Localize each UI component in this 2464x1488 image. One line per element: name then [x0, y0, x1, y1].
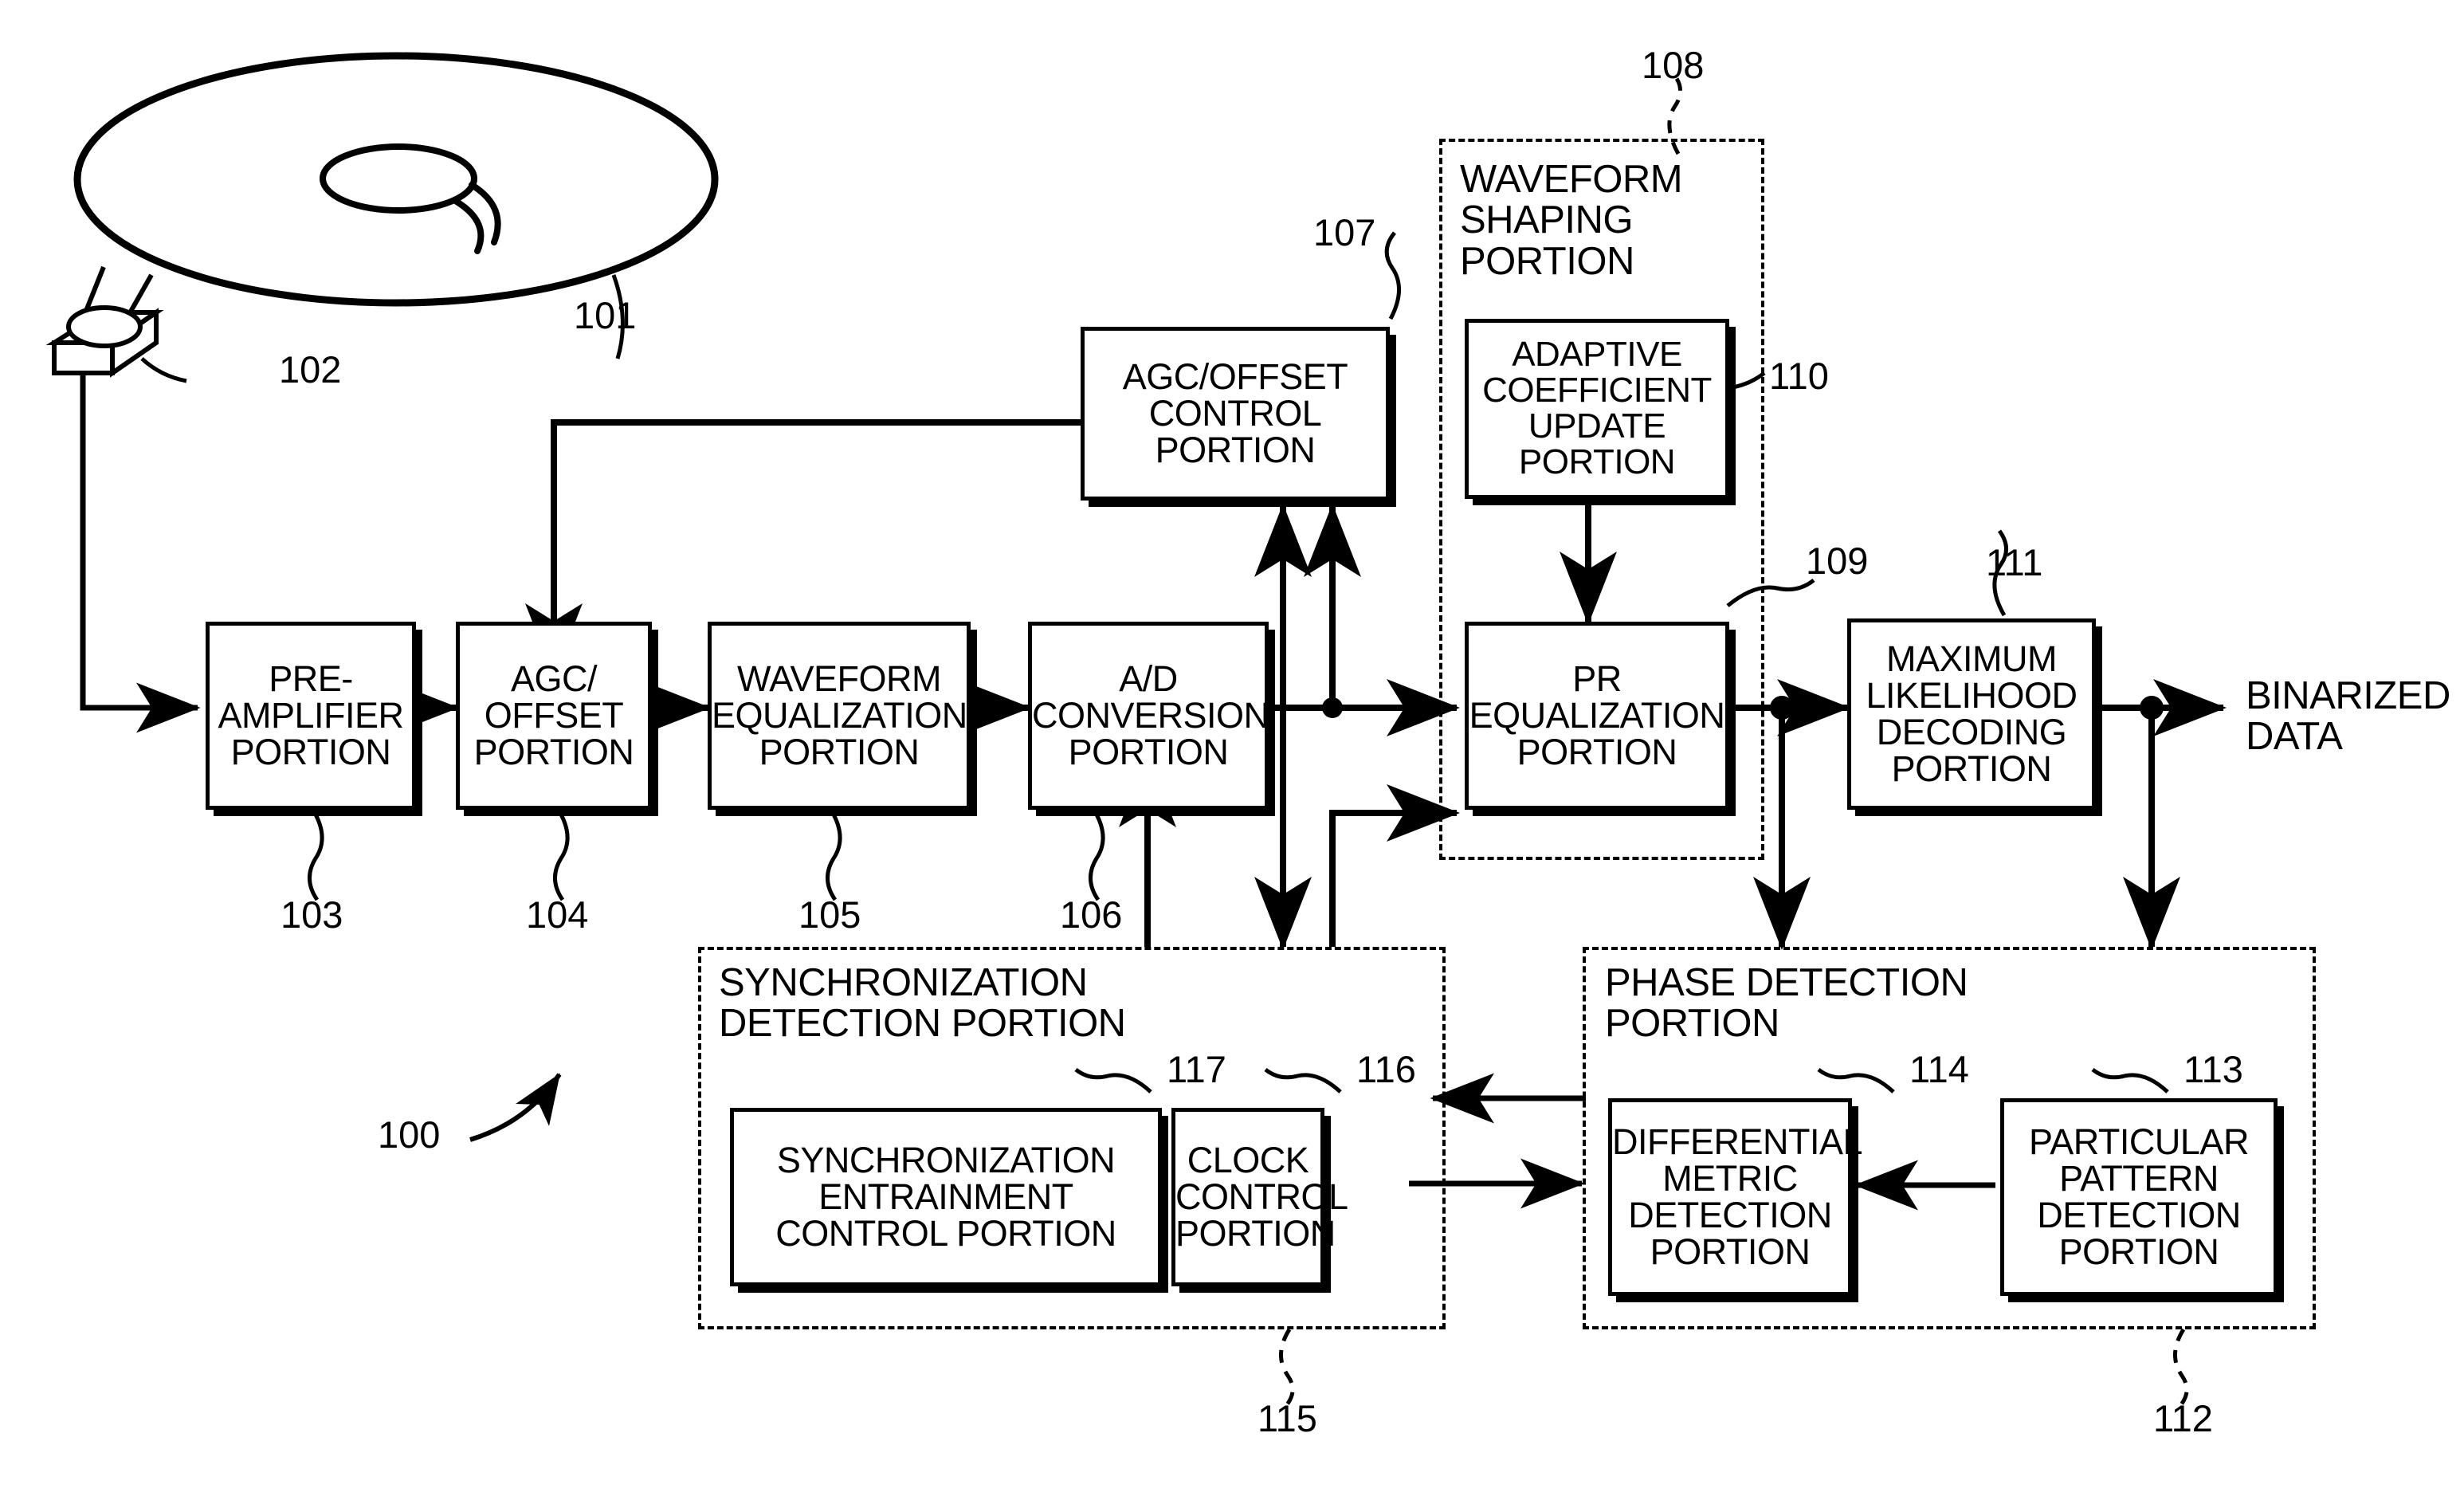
- block-clock-control-portion-label: CLOCK CONTROL PORTION: [1175, 1140, 1348, 1254]
- block-particular-pattern-detection-portion[interactable]: PARTICULAR PATTERN DETECTION PORTION: [2000, 1098, 2278, 1296]
- block-pr-equalization-portion[interactable]: PR EQUALIZATION PORTION: [1465, 622, 1729, 810]
- ref-108: 108: [1642, 44, 1705, 86]
- block-pre-amplifier-portion[interactable]: PRE- AMPLIFIER PORTION: [206, 622, 416, 810]
- block-maximum-likelihood-decoding-portion[interactable]: MAXIMUM LIKELIHOOD DECODING PORTION: [1847, 618, 2096, 810]
- ref-115: 115: [1258, 1397, 1317, 1439]
- block-particular-pattern-detection-portion-label: PARTICULAR PATTERN DETECTION PORTION: [2029, 1121, 2249, 1272]
- block-pr-equalization-portion-label: PR EQUALIZATION PORTION: [1469, 658, 1725, 772]
- ref-114: 114: [1909, 1048, 1969, 1090]
- block-waveform-equalization-portion[interactable]: WAVEFORM EQUALIZATION PORTION: [708, 622, 971, 810]
- ref-103: 103: [281, 893, 343, 936]
- ref-107: 107: [1313, 211, 1376, 253]
- ref-101: 101: [574, 294, 637, 336]
- ref-109: 109: [1806, 540, 1869, 582]
- ref-102: 102: [279, 348, 342, 391]
- block-agc-offset-portion-label: AGC/ OFFSET PORTION: [473, 658, 634, 772]
- ref-113: 113: [2183, 1048, 2243, 1090]
- patent-figure: WAVEFORM SHAPING PORTION SYNCHRONIZATION…: [0, 0, 2464, 1488]
- ref-112: 112: [2153, 1397, 2213, 1439]
- group-phase-detection-label: PHASE DETECTION PORTION: [1605, 961, 1968, 1046]
- block-pre-amplifier-portion-label: PRE- AMPLIFIER PORTION: [218, 658, 404, 772]
- block-agc-offset-control-portion-label: AGC/OFFSET CONTROL PORTION: [1122, 356, 1348, 470]
- block-synchronization-entrainment-control-portion-label: SYNCHRONIZATION ENTRAINMENT CONTROL PORT…: [775, 1140, 1116, 1254]
- block-adaptive-coefficient-update-portion[interactable]: ADAPTIVE COEFFICIENT UPDATE PORTION: [1465, 319, 1729, 499]
- block-adaptive-coefficient-update-portion-label: ADAPTIVE COEFFICIENT UPDATE PORTION: [1482, 335, 1712, 481]
- block-differential-metric-detection-portion-label: DIFFERENTIAL METRIC DETECTION PORTION: [1612, 1121, 1863, 1272]
- block-ad-conversion-portion[interactable]: A/D CONVERSION PORTION: [1028, 622, 1269, 810]
- block-agc-offset-portion[interactable]: AGC/ OFFSET PORTION: [456, 622, 652, 810]
- group-sync-detection-label: SYNCHRONIZATION DETECTION PORTION: [719, 961, 1126, 1046]
- block-differential-metric-detection-portion[interactable]: DIFFERENTIAL METRIC DETECTION PORTION: [1608, 1098, 1863, 1296]
- wire-sync-to-preq: [1329, 784, 1460, 947]
- ref-104: 104: [526, 893, 589, 936]
- ref-106: 106: [1060, 893, 1123, 936]
- ref-116: 116: [1356, 1048, 1416, 1090]
- ref-110: 110: [1769, 355, 1829, 397]
- ref-100: 100: [378, 1113, 441, 1156]
- wire-pickup-to-preamp: [80, 375, 201, 733]
- block-ad-conversion-portion-label: A/D CONVERSION PORTION: [1032, 658, 1269, 772]
- ref-111: 111: [1986, 541, 2043, 583]
- group-waveform-shaping-label: WAVEFORM SHAPING PORTION: [1460, 158, 1683, 283]
- block-maximum-likelihood-decoding-portion-label: MAXIMUM LIKELIHOOD DECODING PORTION: [1866, 638, 2078, 789]
- ref-105: 105: [798, 893, 861, 936]
- block-synchronization-entrainment-control-portion[interactable]: SYNCHRONIZATION ENTRAINMENT CONTROL PORT…: [730, 1108, 1162, 1286]
- block-agc-offset-control-portion[interactable]: AGC/OFFSET CONTROL PORTION: [1081, 327, 1390, 501]
- block-clock-control-portion[interactable]: CLOCK CONTROL PORTION: [1171, 1108, 1348, 1286]
- block-waveform-equalization-portion-label: WAVEFORM EQUALIZATION PORTION: [712, 658, 967, 772]
- optical-pickup-illustration: [45, 265, 187, 383]
- output-signal-binarized-data: BINARIZED DATA: [2246, 674, 2450, 759]
- ref-117: 117: [1167, 1048, 1226, 1090]
